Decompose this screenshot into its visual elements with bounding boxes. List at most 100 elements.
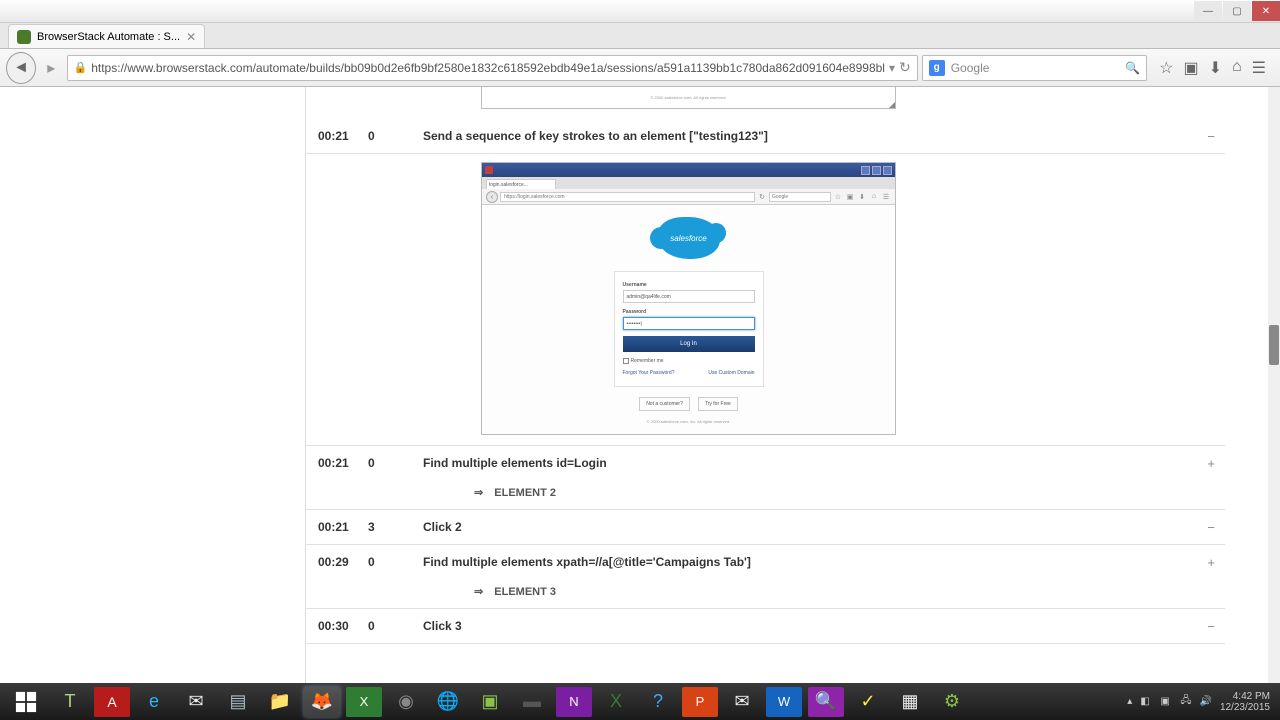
taskbar-app-excel[interactable]: X [346, 687, 382, 717]
shot-tool-icon: ⬇ [857, 192, 867, 202]
username-label: Username [623, 282, 755, 288]
search-icon[interactable]: 🔍 [1125, 61, 1140, 75]
taskbar-app-terminal[interactable]: ▬ [514, 687, 550, 717]
shot-footer: © 2000 salesforce.com, inc. All rights r… [647, 419, 730, 424]
screenshot[interactable]: login.salesforce... ‹ https://login.sale… [481, 162, 896, 435]
tray-volume-icon[interactable]: 🔊 [1199, 696, 1211, 707]
expand-icon[interactable]: + [1207, 456, 1215, 471]
log-duration: 0 [368, 129, 423, 143]
search-bar[interactable]: g Google 🔍 [922, 55, 1147, 81]
taskbar-app-excel2[interactable]: X [598, 687, 634, 717]
shot-tool-icon: ☰ [881, 192, 891, 202]
logo-text: salesforce [670, 234, 706, 243]
taskbar-app-mail[interactable]: ✉ [724, 687, 760, 717]
shot-search: Google [769, 192, 831, 202]
window-titlebar: — ▢ ✕ [0, 0, 1280, 23]
prev-footer: © 2000 salesforce.com. All rights reserv… [650, 95, 726, 100]
taskbar-app-word[interactable]: W [766, 687, 802, 717]
shot-tab: login.salesforce... [486, 179, 556, 189]
tray-network-icon[interactable]: 🖧 [1180, 693, 1191, 710]
menu-icon[interactable]: ☰ [1252, 58, 1266, 78]
shot-tool-icon: ▣ [845, 192, 855, 202]
log-command: Find multiple elements id=Login [423, 456, 1213, 470]
start-button[interactable] [6, 687, 46, 717]
search-placeholder: Google [951, 61, 1119, 75]
browser-navbar: ◄ ▸ 🔒 https://www.browserstack.com/autom… [0, 49, 1280, 87]
resize-corner-icon [889, 102, 895, 108]
shot-titlebar [482, 163, 895, 177]
taskbar-app-firefox[interactable]: 🦊 [304, 687, 340, 717]
back-button[interactable]: ◄ [6, 52, 36, 84]
taskbar-app-norton[interactable]: ✓ [850, 687, 886, 717]
scrollbar[interactable] [1268, 87, 1280, 683]
browser-tab[interactable]: BrowserStack Automate : S... ✕ [8, 24, 205, 48]
log-row[interactable]: 00:21 0 Send a sequence of key strokes t… [306, 119, 1225, 154]
page-content: © 2000 salesforce.com. All rights reserv… [0, 87, 1268, 683]
login-card: Username admin@qa4life.com Password ••••… [614, 271, 764, 387]
collapse-icon[interactable]: − [1207, 129, 1215, 144]
taskbar-app-libre[interactable]: ▦ [892, 687, 928, 717]
collapse-icon[interactable]: − [1207, 520, 1215, 535]
tray-icon[interactable]: ◧ [1140, 696, 1152, 708]
taskbar-app-notepad[interactable]: ▤ [220, 687, 256, 717]
password-input: ••••••••| [623, 317, 755, 330]
tab-favicon [17, 30, 31, 44]
try-free-button: Try for Free [698, 397, 738, 411]
reload-icon[interactable]: ↻ [899, 59, 911, 76]
log-row-partial [306, 644, 1225, 654]
collapse-icon[interactable]: − [1207, 619, 1215, 634]
bookmark-icon[interactable]: ☆ [1159, 58, 1173, 78]
log-row[interactable]: 00:30 0 Click 3 − [306, 609, 1225, 644]
taskbar-app-ie[interactable]: e [136, 687, 172, 717]
home-icon[interactable]: ⌂ [1232, 58, 1242, 78]
pocket-icon[interactable]: ▣ [1183, 58, 1198, 78]
taskbar-app-acrobat[interactable]: A [94, 687, 130, 717]
downloads-icon[interactable]: ⬇ [1209, 58, 1222, 78]
shot-tool-icon: ⌂ [869, 192, 879, 202]
taskbar-app-help[interactable]: ? [640, 687, 676, 717]
forward-button[interactable]: ▸ [40, 56, 62, 80]
tray-icon[interactable]: ▣ [1160, 696, 1172, 708]
tab-close-icon[interactable]: ✕ [186, 30, 196, 44]
divider [305, 87, 306, 683]
close-button[interactable]: ✕ [1252, 1, 1280, 21]
expand-icon[interactable]: + [1207, 555, 1215, 570]
login-links: Forgot Your Password? Use Custom Domain [623, 370, 755, 376]
scrollbar-thumb[interactable] [1269, 325, 1279, 365]
lock-icon: 🔒 [74, 61, 88, 74]
log-content: © 2000 salesforce.com. All rights reserv… [305, 87, 1225, 654]
taskbar-app-chrome[interactable]: 🌐 [430, 687, 466, 717]
shot-url: https://login.salesforce.com [500, 192, 755, 202]
tray-clock[interactable]: 4:42 PM 12/23/2015 [1220, 691, 1274, 713]
shot-tool-icon: ☆ [833, 192, 843, 202]
sub-actions: Not a customer? Try for Free [639, 397, 738, 411]
taskbar-app-outlook[interactable]: ✉ [178, 687, 214, 717]
log-sub-row: ⇒ ELEMENT 3 [306, 579, 1225, 609]
log-row[interactable]: 00:21 3 Click 2 − [306, 510, 1225, 545]
log-sub-row: ⇒ ELEMENT 2 [306, 480, 1225, 510]
remember-checkbox: Remember me [623, 358, 755, 364]
taskbar-app-gears[interactable]: ⚙ [934, 687, 970, 717]
taskbar-app-textpad[interactable]: T [52, 687, 88, 717]
remember-label: Remember me [631, 358, 664, 364]
log-row[interactable]: 00:29 0 Find multiple elements xpath=//a… [306, 545, 1225, 579]
taskbar-app-explorer[interactable]: 📁 [262, 687, 298, 717]
taskbar-app-android[interactable]: ▣ [472, 687, 508, 717]
browser-tabbar: BrowserStack Automate : S... ✕ [0, 23, 1280, 49]
element-result: ELEMENT 3 [494, 586, 556, 598]
tray-date: 12/23/2015 [1220, 702, 1270, 713]
system-tray[interactable]: ▴ ◧ ▣ 🖧 🔊 4:42 PM 12/23/2015 [1127, 691, 1274, 713]
taskbar-app-obs[interactable]: ◉ [388, 687, 424, 717]
log-command: Send a sequence of key strokes to an ele… [423, 129, 1213, 143]
log-row[interactable]: 00:21 0 Find multiple elements id=Login … [306, 446, 1225, 480]
url-bar[interactable]: 🔒 https://www.browserstack.com/automate/… [67, 55, 918, 81]
maximize-button[interactable]: ▢ [1223, 1, 1251, 21]
taskbar-app-onenote[interactable]: N [556, 687, 592, 717]
tray-up-icon[interactable]: ▴ [1127, 696, 1132, 707]
taskbar-app-search[interactable]: 🔍 [808, 687, 844, 717]
taskbar-app-powerpoint[interactable]: P [682, 687, 718, 717]
minimize-button[interactable]: — [1194, 1, 1222, 21]
url-dropdown-icon[interactable]: ▾ [889, 61, 895, 75]
log-command: Click 3 [423, 619, 1213, 633]
login-button: Log In [623, 336, 755, 352]
